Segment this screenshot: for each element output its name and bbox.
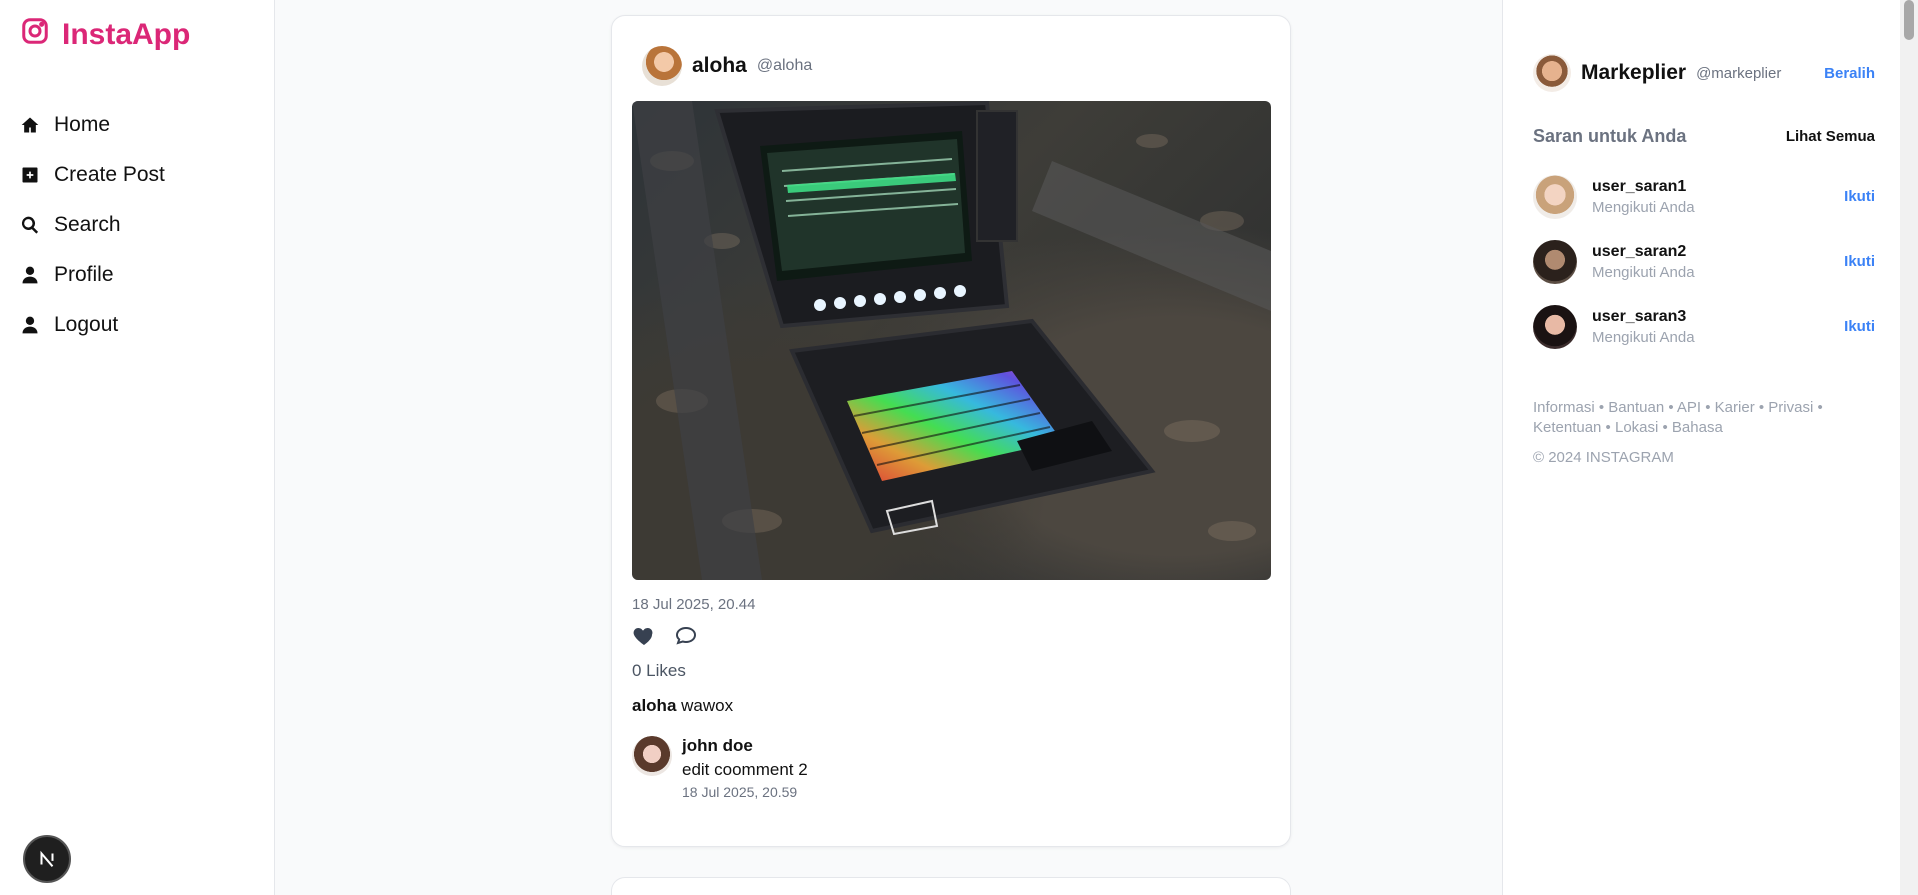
avatar[interactable] — [632, 736, 672, 776]
devtools-badge[interactable] — [23, 835, 71, 883]
user-icon — [20, 315, 40, 335]
avatar[interactable] — [1533, 239, 1577, 284]
sidebar-item-label: Home — [54, 113, 111, 136]
sidebar: InstaApp Home Create Post Search Profile — [0, 0, 275, 895]
suggestion-username[interactable]: user_saran2 — [1592, 243, 1695, 261]
comment-timestamp: 18 Jul 2025, 20.59 — [682, 784, 798, 800]
switch-account-button[interactable]: Beralih — [1824, 65, 1875, 82]
sidebar-item-home[interactable]: Home — [20, 100, 165, 150]
suggestion-subtitle: Mengikuti Anda — [1592, 328, 1695, 346]
sidebar-item-profile[interactable]: Profile — [20, 250, 165, 300]
post-image[interactable] — [632, 101, 1271, 580]
post-handle: @aloha — [756, 57, 813, 74]
avatar[interactable] — [642, 46, 682, 86]
sidebar-item-label: Search — [54, 213, 121, 236]
next-post-card — [611, 877, 1291, 895]
comment-item: john doe edit coomment 2 18 Jul 2025, 20… — [632, 736, 808, 800]
heart-icon[interactable] — [632, 624, 656, 653]
list-item: user_saran2 Mengikuti Anda Ikuti — [1533, 229, 1875, 294]
search-icon — [20, 215, 40, 235]
suggestion-username[interactable]: user_saran3 — [1592, 308, 1695, 326]
page-scrollbar[interactable] — [1900, 0, 1918, 895]
footer-links[interactable]: Informasi • Bantuan • API • Karier • Pri… — [1533, 398, 1875, 438]
post-card: aloha @aloha 18 Jul 2025, 20.44 0 Likes … — [611, 15, 1291, 847]
suggestion-subtitle: Mengikuti Anda — [1592, 198, 1695, 216]
copyright: © 2024 INSTAGRAM — [1533, 449, 1674, 466]
right-panel: Markeplier @markeplier Beralih Saran unt… — [1502, 0, 1900, 895]
comment-icon[interactable] — [674, 624, 698, 653]
suggestion-subtitle: Mengikuti Anda — [1592, 263, 1695, 281]
sidebar-item-label: Logout — [54, 313, 119, 336]
n-logo-icon — [40, 850, 54, 867]
suggestions-list: user_saran1 Mengikuti Anda Ikuti user_sa… — [1533, 164, 1875, 359]
app-logo[interactable]: InstaApp — [20, 16, 190, 54]
scrollbar-thumb[interactable] — [1904, 0, 1914, 40]
current-user-handle: @markeplier — [1696, 64, 1782, 82]
suggestions-title: Saran untuk Anda — [1533, 126, 1687, 146]
avatar[interactable] — [1533, 304, 1577, 349]
post-username[interactable]: aloha — [692, 54, 747, 78]
case-computer-illustration — [632, 101, 1271, 580]
list-item: user_saran1 Mengikuti Anda Ikuti — [1533, 164, 1875, 229]
instagram-icon — [20, 16, 50, 54]
comment-text: edit coomment 2 — [682, 760, 808, 779]
current-user-name[interactable]: Markeplier — [1581, 61, 1686, 85]
plus-square-icon — [20, 165, 40, 185]
comment-author[interactable]: john doe — [682, 736, 808, 756]
list-item: user_saran3 Mengikuti Anda Ikuti — [1533, 294, 1875, 359]
current-user: Markeplier @markeplier Beralih — [1533, 54, 1875, 92]
follow-button[interactable]: Ikuti — [1844, 253, 1875, 270]
sidebar-item-label: Profile — [54, 263, 114, 286]
see-all-link[interactable]: Lihat Semua — [1786, 128, 1875, 145]
sidebar-item-search[interactable]: Search — [20, 200, 165, 250]
likes-count: 0 Likes — [632, 661, 686, 680]
caption-username[interactable]: aloha — [632, 696, 676, 715]
suggestions-header: Saran untuk Anda Lihat Semua — [1533, 126, 1875, 147]
app-name: InstaApp — [62, 18, 191, 51]
caption-text: wawox — [681, 696, 734, 715]
post-actions — [632, 624, 698, 653]
sidebar-item-create-post[interactable]: Create Post — [20, 150, 165, 200]
post-caption: aloha wawox — [632, 696, 733, 716]
home-icon — [20, 115, 40, 135]
post-header: aloha @aloha — [642, 46, 812, 86]
follow-button[interactable]: Ikuti — [1844, 318, 1875, 335]
suggestion-username[interactable]: user_saran1 — [1592, 178, 1695, 196]
avatar[interactable] — [1533, 54, 1571, 92]
sidebar-item-logout[interactable]: Logout — [20, 300, 165, 350]
user-icon — [20, 265, 40, 285]
post-timestamp: 18 Jul 2025, 20.44 — [632, 596, 756, 613]
follow-button[interactable]: Ikuti — [1844, 188, 1875, 205]
sidebar-nav: Home Create Post Search Profile Logout — [20, 100, 165, 350]
avatar[interactable] — [1533, 174, 1577, 219]
sidebar-item-label: Create Post — [54, 163, 165, 186]
